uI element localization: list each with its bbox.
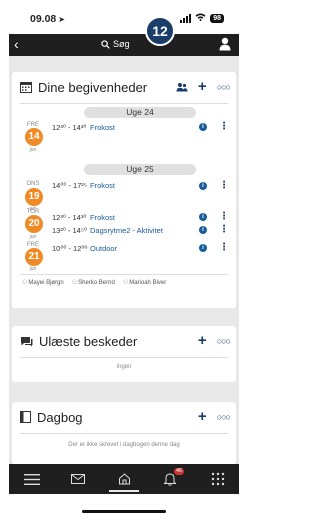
day-weekday: ONS — [26, 181, 40, 187]
person-name: Mayei Bjørgn — [28, 280, 64, 286]
day-month: jun — [29, 234, 37, 240]
active-tab-indicator — [109, 490, 139, 492]
menu-button[interactable] — [17, 464, 47, 494]
divider — [20, 433, 228, 434]
info-icon[interactable]: i — [199, 226, 207, 234]
bottom-navigation: 46 — [9, 464, 239, 494]
top-bar: ‹ Søg — [9, 34, 239, 56]
event-menu-icon[interactable]: ⋮ — [219, 212, 229, 222]
search-icon — [101, 39, 110, 49]
event-name[interactable]: Frokost — [90, 181, 115, 190]
info-icon[interactable]: i — [199, 244, 207, 252]
event-menu-icon[interactable]: ⋮ — [219, 243, 229, 253]
clock: 09.08 ➤ — [30, 13, 65, 25]
person-icon: ⚇ — [71, 280, 78, 286]
messages-empty-text: Ingen — [116, 364, 132, 370]
grid-icon — [211, 472, 225, 486]
notification-count-badge[interactable]: 12 — [145, 16, 175, 46]
diary-book-icon — [20, 411, 31, 423]
event-name[interactable]: Frokost — [90, 123, 115, 132]
home-icon — [118, 473, 130, 485]
event-name[interactable]: Frokost — [90, 213, 115, 222]
search-label: Søg — [113, 39, 130, 49]
events-card-header: Dine begivenheder + ○○○ — [20, 72, 231, 102]
day-date-circle: 20 — [25, 215, 43, 233]
messages-card-header: Ulæste beskeder + ○○○ — [20, 326, 231, 356]
info-icon[interactable]: i — [199, 213, 207, 221]
envelope-icon — [71, 474, 85, 484]
person-icon: ⚇ — [22, 280, 28, 286]
calendar-icon — [20, 82, 32, 93]
event-time: 12³⁰ - 14³⁰ — [52, 212, 87, 222]
diary-card: Dagbog + ○○○ Der er ikke skrevet i dagbo… — [12, 402, 236, 464]
diary-empty-text: Der er ikke skrevet i dagbogen denne dag — [68, 442, 180, 448]
profile-icon[interactable] — [219, 37, 231, 56]
events-card-title: Dine begivenheder — [38, 79, 148, 95]
info-icon[interactable]: i — [199, 182, 207, 190]
new-message-button[interactable]: + — [198, 333, 207, 348]
week-label: Uge 24 — [84, 107, 196, 118]
divider — [20, 274, 228, 275]
event-name[interactable]: Outdoor — [90, 244, 117, 253]
content-area: Dine begivenheder + ○○○ Uge 24 FRE 14 ju… — [9, 56, 239, 464]
day-date-circle: 21 — [25, 248, 43, 266]
event-menu-icon[interactable]: ⋮ — [219, 122, 229, 132]
notifications-badge: 46 — [174, 468, 185, 475]
day-date-circle: 19 — [25, 188, 43, 206]
person-item[interactable]: ⚇Sherko Bernd — [72, 279, 115, 286]
signal-icon — [180, 13, 192, 23]
divider — [20, 103, 228, 104]
divider — [20, 357, 228, 358]
back-chevron-icon[interactable]: ‹ — [14, 37, 19, 51]
search-button[interactable]: Søg — [101, 39, 130, 49]
person-icon: ⚇ — [122, 280, 129, 286]
person-item[interactable]: ⚇Mayei Bjørgn — [22, 279, 64, 286]
events-more-button[interactable]: ○○○ — [217, 82, 231, 92]
person-item[interactable]: ⚇Marioah Biver — [123, 279, 166, 286]
diary-card-header: Dagbog + ○○○ — [20, 402, 231, 432]
day-month: jun — [29, 266, 37, 272]
bell-icon — [164, 472, 176, 486]
people-list: ⚇Mayei Bjørgn ⚇Sherko Bernd ⚇Marioah Biv… — [22, 279, 166, 286]
day-month: jun — [29, 147, 37, 153]
day-date-circle: 14 — [25, 128, 43, 146]
location-arrow-icon: ➤ — [58, 15, 65, 24]
wifi-icon — [195, 13, 206, 23]
diary-more-button[interactable]: ○○○ — [217, 412, 231, 422]
event-time: 12³⁰ - 14³⁰ — [52, 122, 87, 132]
event-menu-icon[interactable]: ⋮ — [219, 181, 229, 191]
messages-card-title: Ulæste beskeder — [39, 333, 138, 349]
events-card: Dine begivenheder + ○○○ Uge 24 FRE 14 ju… — [12, 72, 236, 308]
system-icons: 98 — [180, 13, 224, 23]
event-time: 13²⁰ - 14⁵⁰ — [52, 225, 87, 235]
info-icon[interactable]: i — [199, 123, 207, 131]
diary-card-title: Dagbog — [37, 409, 83, 425]
person-name: Marioah Biver — [129, 280, 167, 286]
event-time: 10⁰⁰ - 12⁰⁰ — [52, 243, 88, 253]
apps-nav-button[interactable] — [203, 464, 233, 494]
person-name: Sherko Bernd — [78, 280, 115, 286]
event-time: 14⁰⁰ - 17²⁵ — [52, 180, 87, 190]
hamburger-menu-icon — [24, 473, 40, 485]
status-bar: 09.08 ➤ 98 — [0, 0, 248, 34]
chat-icon — [21, 336, 33, 346]
add-diary-entry-button[interactable]: + — [198, 409, 207, 424]
messages-nav-button[interactable] — [63, 464, 93, 494]
messages-card: Ulæste beskeder + ○○○ Ingen — [12, 326, 236, 382]
event-name[interactable]: Dagsrytme2 - Aktivitet — [90, 226, 163, 235]
messages-more-button[interactable]: ○○○ — [217, 336, 231, 346]
people-filter-icon[interactable] — [176, 82, 188, 92]
event-menu-icon[interactable]: ⋮ — [219, 225, 229, 235]
week-label: Uge 25 — [84, 164, 196, 175]
battery-indicator: 98 — [210, 13, 224, 23]
home-indicator — [82, 510, 166, 513]
add-event-button[interactable]: + — [198, 79, 207, 94]
